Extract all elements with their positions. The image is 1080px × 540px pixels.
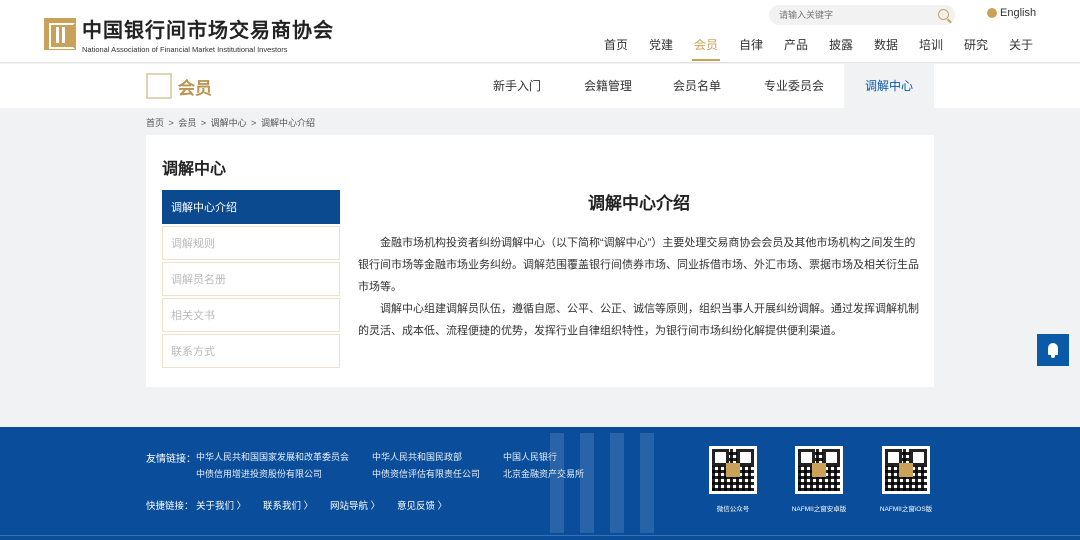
qr-caption: 微信公众号 [716, 506, 750, 513]
breadcrumb-separator: > [251, 118, 257, 128]
sidebar-item-mediators[interactable]: 调解员名册 [162, 262, 340, 296]
article-paragraph: 金融市场机构投资者纠纷调解中心（以下简称“调解中心”）主要处理交易商协会会员及其… [358, 237, 919, 293]
friend-links-label: 友情链接： [146, 454, 196, 465]
breadcrumb-current: 调解中心介绍 [260, 118, 315, 128]
main-nav: 首页 党建 会员 自律 产品 披露 数据 培训 研究 关于 [0, 36, 1080, 63]
nav-disclosure[interactable]: 披露 [829, 36, 853, 63]
search-box [769, 5, 955, 25]
sidebar-item-intro[interactable]: 调解中心介绍 [162, 190, 340, 224]
globe-icon [987, 8, 997, 18]
section-logo-icon [146, 73, 172, 99]
breadcrumb-separator: > [168, 118, 174, 128]
quick-link-sitemap[interactable]: 网站导航 〉 [330, 498, 380, 512]
quick-links-label: 快捷链接： [146, 501, 194, 512]
article-paragraph: 调解中心组建调解员队伍，遵循自愿、公平、公正、诚信等原则，组织当事人开展纠纷调解… [358, 303, 919, 337]
breadcrumb-separator: > [200, 118, 207, 128]
breadcrumb-members[interactable]: 会员 [178, 118, 196, 128]
section-title: 会员 [178, 78, 212, 98]
friend-link[interactable]: 中华人民共和国国家发展和改革委员会 [196, 450, 349, 463]
qr-caption: NAFMII之窗iOS版 [879, 506, 933, 513]
tab-member-list[interactable]: 会员名单 [658, 64, 736, 108]
quick-link-feedback[interactable]: 意见反馈 〉 [397, 498, 447, 512]
breadcrumb-mediation[interactable]: 调解中心 [211, 118, 247, 128]
sidebar-item-documents[interactable]: 相关文书 [162, 298, 340, 332]
search-input[interactable] [769, 5, 919, 25]
sidebar-item-rules[interactable]: 调解规则 [162, 226, 340, 260]
article-title: 调解中心介绍 [588, 194, 690, 213]
friend-link[interactable]: 中债信用增进投资股份有限公司 [196, 467, 322, 480]
nav-research[interactable]: 研究 [964, 36, 988, 63]
sidebar-title: 调解中心 [162, 161, 227, 178]
quick-link-about[interactable]: 关于我们 〉 [196, 498, 246, 512]
tab-newcomer[interactable]: 新手入门 [478, 64, 556, 108]
tab-committees[interactable]: 专业委员会 [754, 64, 834, 108]
nav-training[interactable]: 培训 [919, 36, 943, 63]
tab-membership[interactable]: 会籍管理 [569, 64, 647, 108]
breadcrumb: 首页 > 会员 > 调解中心 > 调解中心介绍 [146, 116, 317, 129]
nav-members[interactable]: 会员 [691, 36, 721, 63]
nav-self-regulation[interactable]: 自律 [739, 36, 763, 63]
android-app-qr-code [795, 446, 843, 494]
footer-watermark-logo [540, 427, 660, 540]
footer-divider [0, 535, 1080, 540]
qr-caption: NAFMII之窗安卓版 [791, 506, 847, 513]
nav-data[interactable]: 数据 [874, 36, 898, 63]
language-label: English [1000, 7, 1037, 19]
ios-app-qr-code [882, 446, 930, 494]
nav-party[interactable]: 党建 [649, 36, 673, 63]
content-card: 调解中心 调解中心介绍 调解规则 调解员名册 相关文书 联系方式 调解中心介绍 … [146, 135, 934, 387]
friend-link[interactable]: 中华人民共和国民政部 [372, 450, 462, 463]
friend-link[interactable]: 中债资信评估有限责任公司 [372, 467, 480, 480]
friend-link[interactable]: 北京金融资产交易所 [503, 467, 584, 480]
friend-link[interactable]: 中国人民银行 [503, 450, 557, 463]
nav-products[interactable]: 产品 [784, 36, 808, 63]
notification-float-button[interactable] [1037, 334, 1069, 366]
search-icon[interactable] [938, 9, 949, 20]
nav-about[interactable]: 关于 [1009, 36, 1033, 63]
wechat-qr-code [709, 446, 757, 494]
tab-mediation-center[interactable]: 调解中心 [844, 64, 934, 108]
breadcrumb-home[interactable]: 首页 [146, 118, 164, 128]
quick-link-contact[interactable]: 联系我们 〉 [263, 498, 313, 512]
sidebar-item-contact[interactable]: 联系方式 [162, 334, 340, 368]
nav-home[interactable]: 首页 [604, 36, 628, 63]
bell-icon [1048, 343, 1058, 358]
language-switch[interactable]: English [987, 7, 1036, 19]
